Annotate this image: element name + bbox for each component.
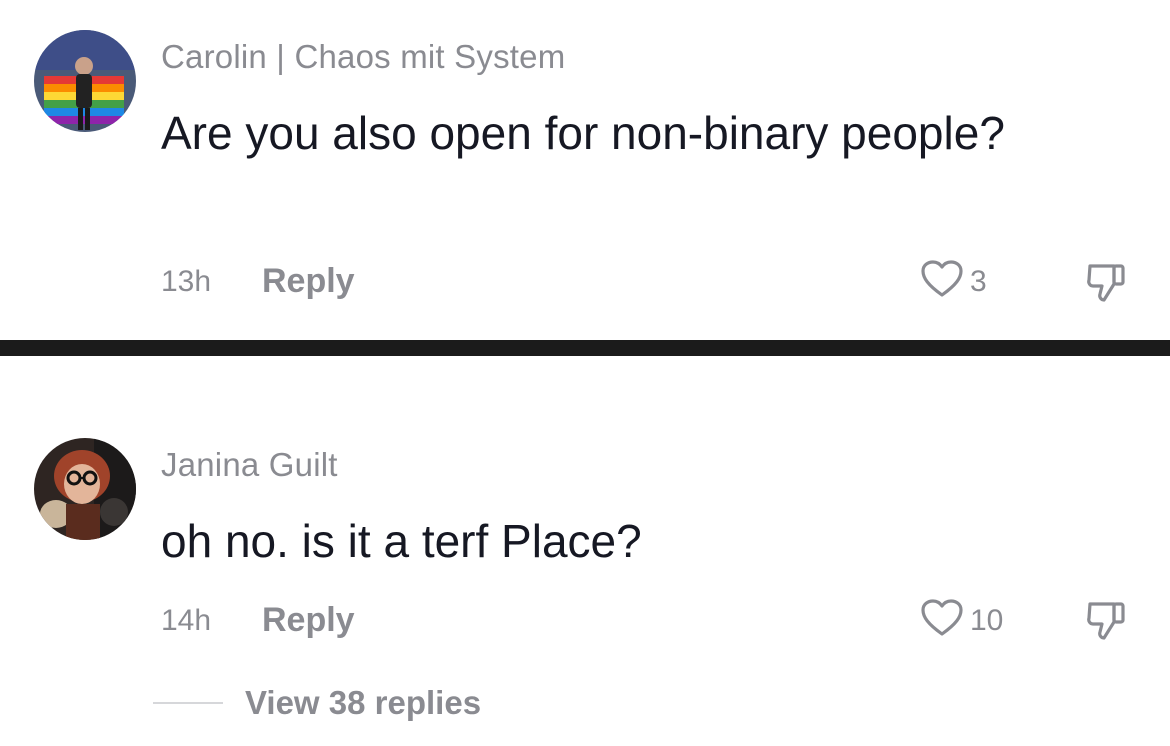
heart-outline-icon xyxy=(920,259,964,304)
thumbs-down-icon xyxy=(1084,602,1128,646)
dislike-button[interactable] xyxy=(1084,262,1128,309)
view-replies-button[interactable]: View 38 replies xyxy=(153,684,481,722)
replies-divider-line xyxy=(153,702,223,704)
comment-username[interactable]: Janina Guilt xyxy=(161,446,338,484)
comment-item: Carolin | Chaos mit System Are you also … xyxy=(0,0,1170,340)
like-button[interactable]: 10 xyxy=(920,598,1003,643)
comment-timestamp: 13h xyxy=(161,265,212,298)
user-avatar[interactable] xyxy=(34,30,136,132)
section-divider xyxy=(0,340,1170,356)
comment-username[interactable]: Carolin | Chaos mit System xyxy=(161,38,565,76)
thumbs-down-icon xyxy=(1084,264,1128,308)
like-count: 10 xyxy=(970,603,1004,637)
like-count: 3 xyxy=(970,264,987,298)
reply-button[interactable]: Reply xyxy=(262,601,355,640)
dislike-button[interactable] xyxy=(1084,600,1128,647)
view-replies-label: View 38 replies xyxy=(245,684,482,721)
reply-button[interactable]: Reply xyxy=(262,262,355,301)
comment-text: Are you also open for non-binary people? xyxy=(161,107,1005,159)
comment-text: oh no. is it a terf Place? xyxy=(161,515,642,567)
like-button[interactable]: 3 xyxy=(920,259,987,304)
comment-timestamp: 14h xyxy=(161,604,212,637)
comment-item: Janina Guilt oh no. is it a terf Place? … xyxy=(0,356,1170,746)
user-avatar[interactable] xyxy=(34,438,136,540)
heart-outline-icon xyxy=(920,598,964,643)
